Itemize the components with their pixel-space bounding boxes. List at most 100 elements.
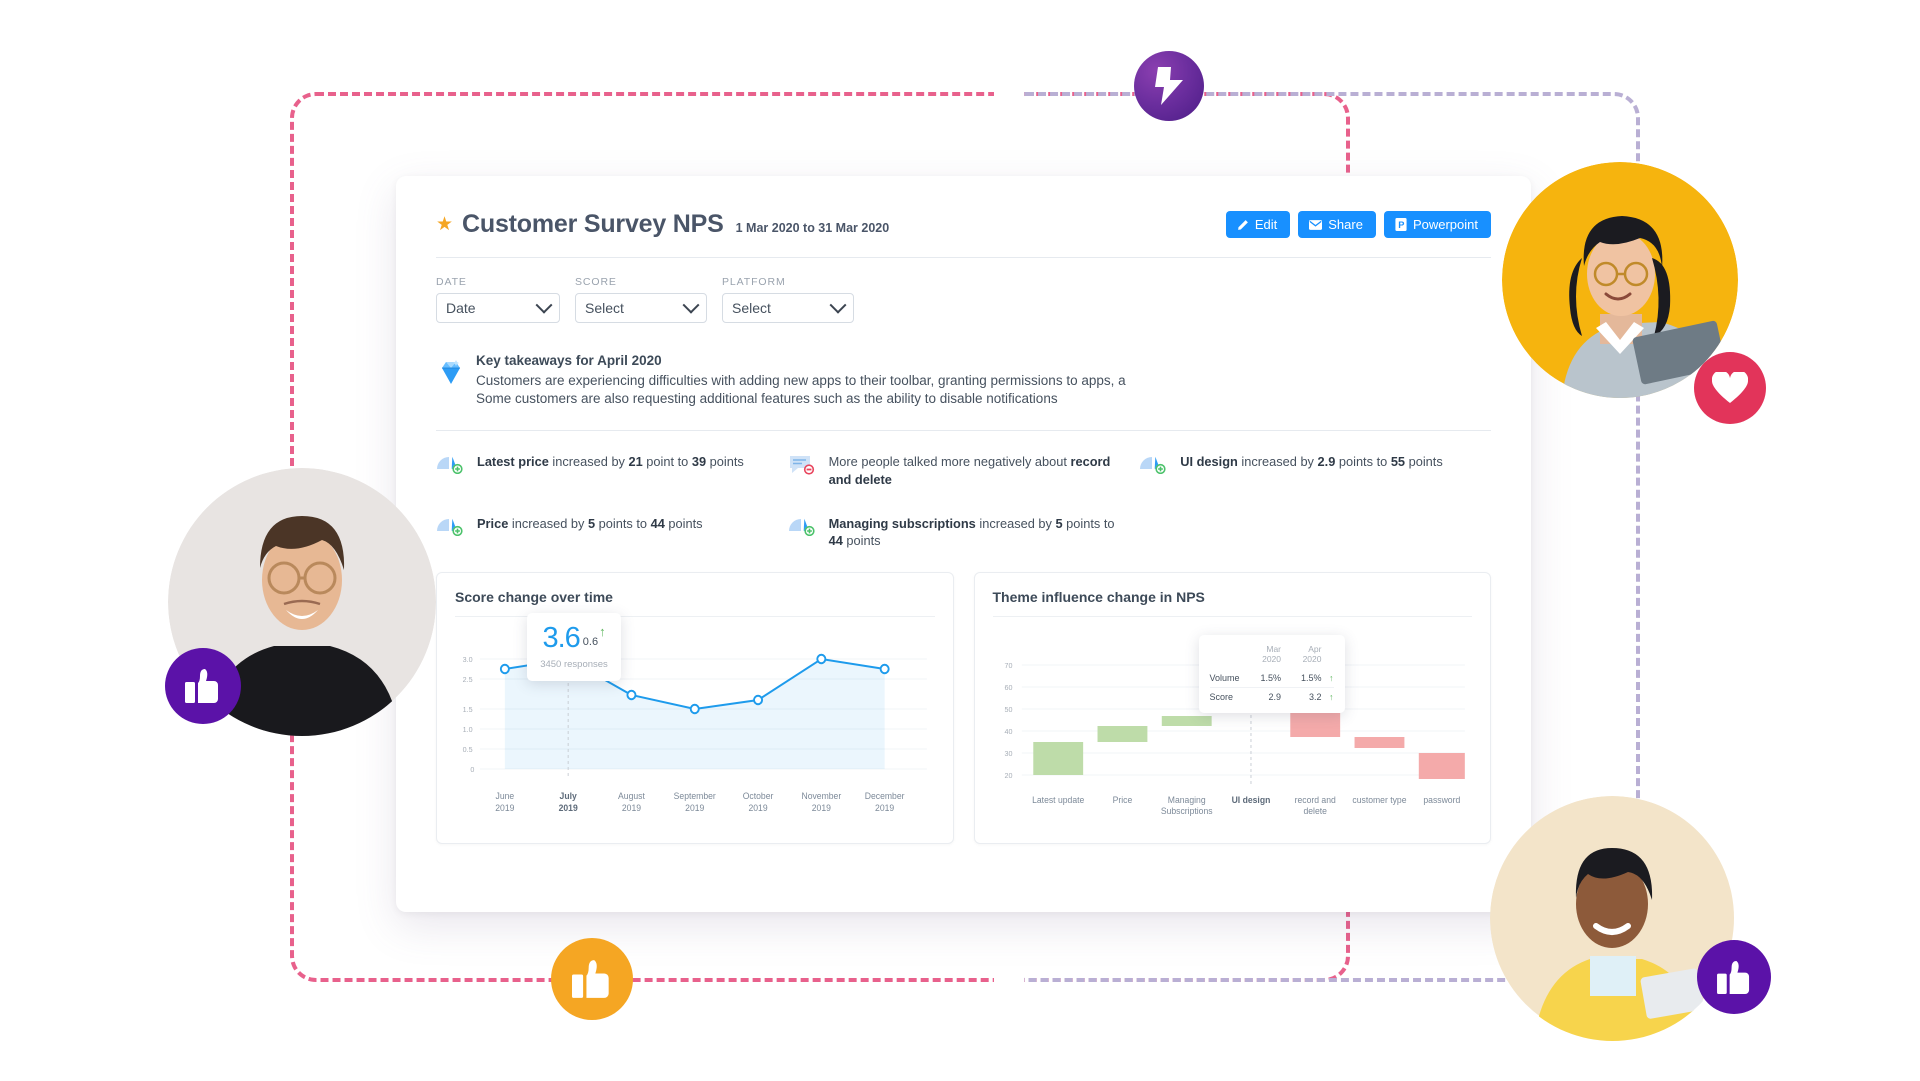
tooltip-col1-header: Mar 2020 [1262, 644, 1282, 665]
heart-icon [1712, 372, 1748, 403]
insight-change: 2.9 [1317, 454, 1336, 470]
pencil-icon [1237, 219, 1248, 230]
envelope-icon [1309, 219, 1323, 230]
svg-text:20: 20 [1004, 771, 1012, 780]
takeaways-divider [436, 430, 1491, 432]
thumbs-up-badge-violet [1697, 940, 1771, 1014]
tooltip-arrow-header [1322, 644, 1334, 669]
filter-platform-value: Select [732, 300, 771, 316]
table-row: Volume 1.5% 1.5% ↑ [1210, 669, 1334, 688]
waterfall-chart-plot: 70 60 50 40 30 20 Latest update Price Ma… [993, 617, 1473, 825]
insight-mid2: points to [1062, 515, 1115, 531]
line-chart-plot: 3.0 2.5 1.5 1.0 0.5 0 June 2019 July 201… [455, 613, 935, 825]
filter-score: SCORE Select [575, 276, 707, 323]
filter-platform: PLATFORM Select [722, 276, 854, 323]
svg-text:30: 30 [1004, 749, 1012, 758]
share-button[interactable]: Share [1298, 211, 1376, 238]
lightning-badge [1134, 51, 1204, 121]
gauge-up-icon [788, 515, 818, 541]
svg-text:2019: 2019 [875, 803, 894, 813]
insight-subject: Managing subscriptions [828, 515, 976, 531]
tooltip-value-row: 3.6 0.6 ↑ [542, 624, 605, 653]
insight-item[interactable]: Latest price increased by 21 point to 39… [436, 453, 788, 488]
tooltip-corner [1210, 644, 1240, 669]
insight-mid: increased by [1237, 454, 1318, 470]
insight-mid2: points to [1335, 454, 1391, 470]
card-header: ★ Customer Survey NPS 1 Mar 2020 to 31 M… [436, 210, 1491, 239]
svg-text:3.0: 3.0 [463, 655, 473, 664]
thumbs-up-icon [1716, 960, 1749, 994]
waterfall-bar [1032, 742, 1083, 776]
diamond-icon [436, 353, 466, 408]
svg-text:2019: 2019 [748, 803, 767, 813]
waterfall-bar [1354, 737, 1404, 749]
star-icon[interactable]: ★ [436, 215, 453, 234]
insight-total: 39 [691, 454, 707, 470]
insight-total: 44 [828, 533, 843, 549]
comment-negative-icon [788, 453, 818, 481]
tooltip-row-v2: 3.2 [1281, 687, 1322, 707]
insight-mid: increased by [508, 515, 588, 531]
lightning-bolt-icon [1155, 67, 1183, 105]
tooltip-row-v1: 2.9 [1239, 687, 1282, 707]
svg-text:70: 70 [1004, 661, 1012, 670]
score-change-panel: Score change over time 3.0 2.5 1.5 1.0 0… [436, 572, 954, 845]
svg-text:Subscriptions: Subscriptions [1160, 806, 1212, 816]
waterfall-bar [1418, 753, 1465, 780]
filter-bar: DATE Date SCORE Select PLATFORM Select [436, 276, 1491, 323]
insight-mid: increased by [548, 454, 629, 470]
svg-text:Latest update: Latest update [1032, 795, 1084, 805]
thumbs-up-icon [185, 669, 218, 703]
svg-text:December: December [865, 791, 905, 801]
chevron-down-icon [682, 296, 700, 314]
arrow-up-icon: ↑ [599, 624, 606, 640]
line-chart-tooltip: 3.6 0.6 ↑ 3450 responses [527, 613, 621, 682]
svg-text:2019: 2019 [622, 803, 641, 813]
filter-score-label: SCORE [575, 276, 617, 288]
insight-subject: Price [477, 515, 509, 531]
thumbs-up-icon [572, 960, 609, 998]
gauge-up-icon [436, 515, 466, 541]
takeaways-text: Key takeaways for April 2020 Customers a… [476, 353, 1126, 408]
svg-text:40: 40 [1004, 727, 1012, 736]
tooltip-delta-value: 0.6 [582, 636, 599, 649]
tooltip-table: Mar 2020 Apr 2020 Volume 1.5% 1.5% ↑ Sco… [1209, 644, 1334, 707]
insight-total: 55 [1390, 454, 1406, 470]
svg-text:2.5: 2.5 [463, 675, 473, 684]
powerpoint-button[interactable]: P Powerpoint [1383, 211, 1491, 238]
insight-mid: increased by [975, 515, 1056, 531]
filter-date-select[interactable]: Date [436, 293, 560, 323]
tooltip-responses: 3450 responses [540, 659, 608, 671]
filter-score-value: Select [585, 300, 624, 316]
svg-text:record and: record and [1294, 795, 1335, 805]
svg-text:password: password [1423, 795, 1460, 805]
waterfall-bar [1097, 726, 1147, 743]
insight-item[interactable]: Managing subscriptions increased by 5 po… [788, 515, 1140, 550]
svg-text:1.5: 1.5 [463, 705, 473, 714]
svg-text:customer type: customer type [1352, 795, 1406, 805]
insight-item[interactable]: More people talked more negatively about… [788, 453, 1140, 488]
edit-button[interactable]: Edit [1225, 211, 1291, 238]
chart-panels: Score change over time 3.0 2.5 1.5 1.0 0… [436, 572, 1491, 845]
insight-text: Managing subscriptions increased by 5 po… [829, 515, 1126, 550]
tooltip-row-label: Volume [1209, 673, 1240, 684]
insights-grid: Latest price increased by 21 point to 39… [436, 453, 1491, 576]
insight-text: Latest price increased by 21 point to 39… [477, 453, 744, 471]
tooltip-score-value: 3.6 [542, 622, 580, 655]
dashboard-card: ★ Customer Survey NPS 1 Mar 2020 to 31 M… [396, 176, 1531, 912]
thumbs-up-badge-orange [551, 938, 633, 1020]
chevron-down-icon [829, 296, 847, 314]
insight-item[interactable]: Price increased by 5 points to 44 points [436, 515, 788, 550]
filter-score-select[interactable]: Select [575, 293, 707, 323]
filter-platform-select[interactable]: Select [722, 293, 854, 323]
filter-date: DATE Date [436, 276, 560, 323]
insight-item[interactable]: UI design increased by 2.9 points to 55 … [1139, 453, 1491, 488]
chevron-down-icon [535, 296, 553, 314]
filter-date-value: Date [446, 300, 476, 316]
svg-text:UI design: UI design [1231, 795, 1270, 805]
heart-badge [1694, 352, 1766, 424]
svg-text:Price: Price [1112, 795, 1132, 805]
insight-mid2: points to [595, 515, 651, 531]
insight-change: 21 [628, 454, 643, 470]
insight-total: 44 [650, 515, 665, 531]
